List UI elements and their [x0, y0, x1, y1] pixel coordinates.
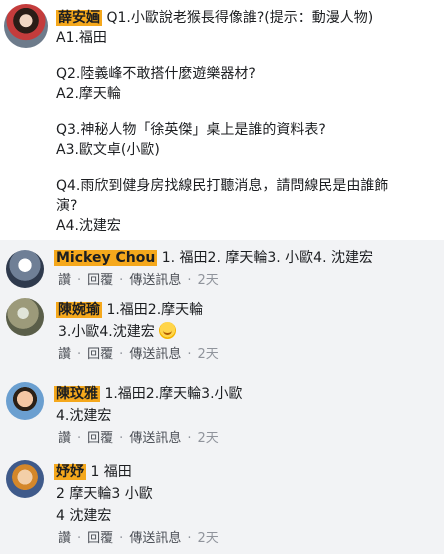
- avatar[interactable]: [6, 250, 44, 288]
- smile-emoji-icon: [159, 322, 177, 339]
- send-message-button[interactable]: 傳送訊息: [129, 273, 181, 288]
- comment-author-name[interactable]: 陳玟雅: [54, 386, 100, 402]
- post-text-line: Q4.雨欣到健身房找線民打聽消息，請問線民是由誰飾: [56, 178, 389, 194]
- post-text-line: A2.摩天輪: [56, 86, 121, 102]
- send-message-button[interactable]: 傳送訊息: [129, 431, 181, 446]
- comment-text: 1.福田2.摩天輪: [106, 302, 204, 318]
- post-text-line: 演?: [56, 198, 78, 214]
- comment-author-name[interactable]: 妤妤: [54, 464, 86, 480]
- comment-text-line: 4.沈建宏: [56, 408, 112, 424]
- like-button[interactable]: 讚: [58, 431, 71, 446]
- comment-author-name[interactable]: Mickey Chou: [54, 250, 158, 266]
- comment-text: 3.小歐4.沈建宏: [58, 324, 155, 340]
- comment-actions: 讚 · 回覆 · 傳送訊息 · 2天: [58, 273, 219, 288]
- comment-text: 1.福田2.摩天輪3.小歐: [104, 386, 243, 402]
- comment-text-line: 4 沈建宏: [56, 508, 112, 524]
- reply-button[interactable]: 回覆: [87, 273, 113, 288]
- comment-text-line: 2 摩天輪3 小歐: [56, 486, 153, 502]
- like-button[interactable]: 讚: [58, 273, 71, 288]
- comment-text: 1 福田: [90, 464, 132, 480]
- post-text-line: A1.福田: [56, 30, 107, 46]
- comment-first-line: 妤妤 1 福田: [54, 462, 132, 482]
- comment-text: 1. 福田2. 摩天輪3. 小歐4. 沈建宏: [161, 250, 373, 266]
- avatar[interactable]: [6, 382, 44, 420]
- comment-first-line: 陳玟雅 1.福田2.摩天輪3.小歐: [54, 384, 243, 404]
- avatar[interactable]: [4, 4, 48, 48]
- reply-button[interactable]: 回覆: [87, 347, 113, 362]
- comment-timestamp[interactable]: 2天: [197, 531, 218, 546]
- post-text-line: Q3.神秘人物「徐英傑」桌上是誰的資料表?: [56, 122, 326, 138]
- avatar[interactable]: [6, 298, 44, 336]
- send-message-button[interactable]: 傳送訊息: [129, 531, 181, 546]
- comment-timestamp[interactable]: 2天: [197, 431, 218, 446]
- post-text-line: A3.歐文卓(小歐): [56, 142, 160, 158]
- comment-text-line: 3.小歐4.沈建宏: [58, 322, 177, 342]
- post-author-name[interactable]: 薛安婳: [56, 10, 102, 26]
- comment-actions: 讚 · 回覆 · 傳送訊息 · 2天: [58, 531, 219, 546]
- like-button[interactable]: 讚: [58, 531, 71, 546]
- reply-button[interactable]: 回覆: [87, 531, 113, 546]
- post-text-line: Q2.陸義峰不敢搭什麼遊樂器材?: [56, 66, 256, 82]
- comment-actions: 讚 · 回覆 · 傳送訊息 · 2天: [58, 431, 219, 446]
- comment-timestamp[interactable]: 2天: [197, 347, 218, 362]
- send-message-button[interactable]: 傳送訊息: [129, 347, 181, 362]
- post-first-line: 薛安婳 Q1.小歐說老猴長得像誰?(提示：動漫人物): [56, 8, 373, 28]
- like-button[interactable]: 讚: [58, 347, 71, 362]
- post-text-line: A4.沈建宏: [56, 218, 121, 234]
- comment-author-name[interactable]: 陳婉瑜: [56, 302, 102, 318]
- post-text-line: Q1.小歐說老猴長得像誰?(提示：動漫人物): [106, 10, 374, 26]
- comment-actions: 讚 · 回覆 · 傳送訊息 · 2天: [58, 347, 219, 362]
- reply-button[interactable]: 回覆: [87, 431, 113, 446]
- comment-timestamp[interactable]: 2天: [197, 273, 218, 288]
- comment-first-line: 陳婉瑜 1.福田2.摩天輪: [56, 300, 203, 320]
- comment-first-line: Mickey Chou 1. 福田2. 摩天輪3. 小歐4. 沈建宏: [54, 248, 373, 268]
- avatar[interactable]: [6, 460, 44, 498]
